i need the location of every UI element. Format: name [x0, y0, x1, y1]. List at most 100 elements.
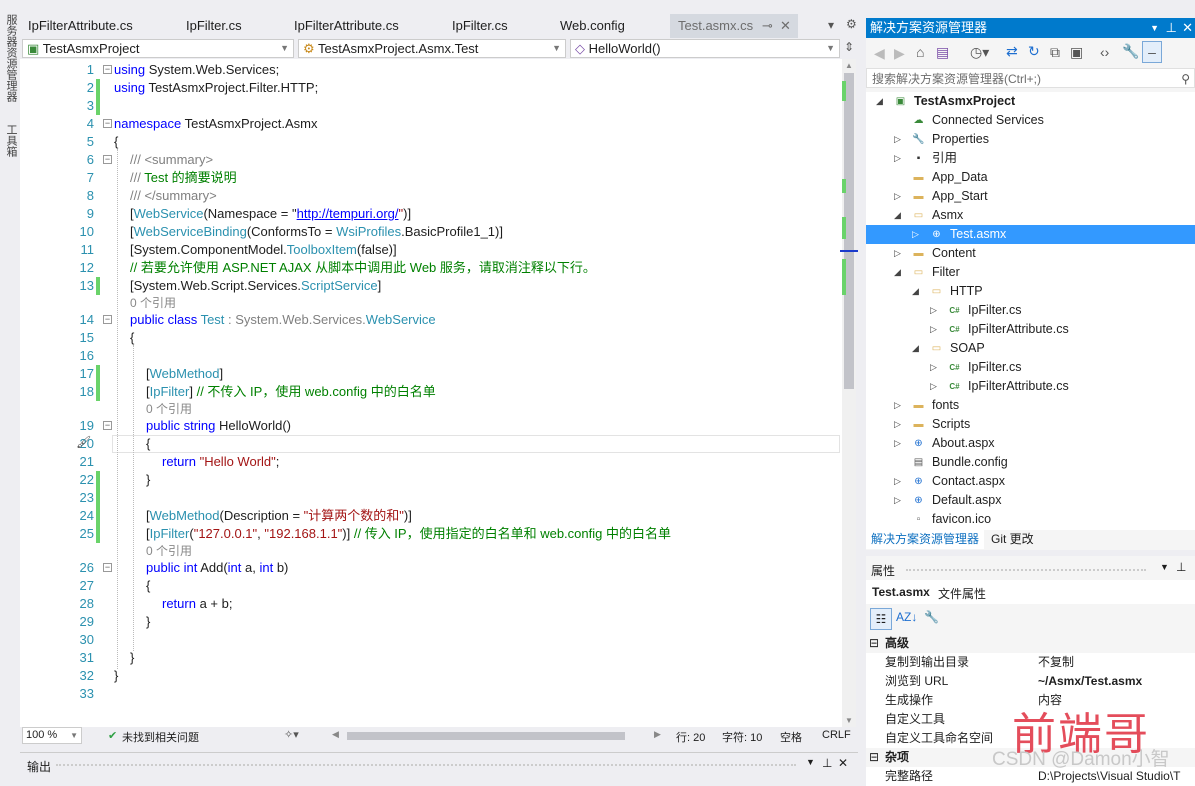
tree-item[interactable]: ◢ ▣ TestAsmxProject	[866, 92, 1195, 111]
collapsed-arrow-icon[interactable]: ▷	[894, 491, 901, 510]
preview-toggle-icon[interactable]: –	[1142, 41, 1162, 63]
collapsed-arrow-icon[interactable]: ▷	[894, 396, 901, 415]
code-line[interactable]: /// <summary>	[130, 151, 213, 169]
code-line[interactable]: [System.Web.Script.Services.ScriptServic…	[130, 277, 381, 295]
code-line[interactable]: public int Add(int a, int b)	[146, 559, 288, 577]
tree-item[interactable]: ▷ C# IpFilterAttribute.cs	[866, 320, 1195, 339]
expanded-arrow-icon[interactable]: ◢	[876, 92, 883, 111]
collapsed-arrow-icon[interactable]: ▷	[894, 434, 901, 453]
collapse-icon[interactable]: −	[103, 155, 112, 164]
properties-wrench-icon[interactable]: 🔧	[1122, 43, 1139, 60]
code-line[interactable]: return a + b;	[162, 595, 232, 613]
tree-item[interactable]: ▷ ▬ Scripts	[866, 415, 1195, 434]
code-line[interactable]: // 若要允许使用 ASP.NET AJAX 从脚本中调用此 Web 服务，请取…	[130, 259, 596, 277]
solution-search-input[interactable]: 搜索解决方案资源管理器(Ctrl+;) ⚲	[866, 68, 1195, 88]
code-editor[interactable]: 1− using System.Web.Services; 2 using TestA…	[20, 59, 842, 727]
code-line[interactable]: public string HelloWorld()	[146, 417, 291, 435]
tree-item[interactable]: ◢ ▭ Asmx	[866, 206, 1195, 225]
code-line[interactable]: [IpFilter] // 不传入 IP，使用 web.config 中的白名单	[146, 383, 436, 401]
code-cleanup-icon[interactable]: ✧▾	[284, 728, 299, 741]
gear-icon[interactable]: ⚙	[846, 17, 857, 31]
code-line[interactable]: [WebServiceBinding(ConformsTo = WsiProfi…	[130, 223, 503, 241]
collapsed-arrow-icon[interactable]: ▷	[894, 415, 901, 434]
collapse-icon[interactable]: −	[103, 65, 112, 74]
codelens-references[interactable]: 0 个引用	[146, 401, 192, 417]
tab-solution-explorer[interactable]: 解决方案资源管理器	[866, 530, 985, 549]
view-code-icon[interactable]: ‹›	[1100, 44, 1109, 60]
expanded-arrow-icon[interactable]: ◢	[912, 282, 919, 301]
split-icon[interactable]: ⇕	[844, 40, 854, 54]
quick-actions-brush-icon[interactable]: 🖌	[76, 435, 91, 449]
show-all-files-icon[interactable]: ▣	[1070, 44, 1083, 61]
collapsed-arrow-icon[interactable]: ▷	[894, 187, 901, 206]
code-line[interactable]: [WebMethod(Description = "计算两个数的和")]	[146, 507, 412, 525]
code-line[interactable]: using TestAsmxProject.Filter.HTTP;	[114, 79, 318, 97]
dropdown-icon[interactable]: ▼	[1150, 18, 1159, 38]
property-category[interactable]: ⊟ 高级	[866, 634, 1195, 653]
collapsed-arrow-icon[interactable]: ▷	[894, 472, 901, 491]
class-dropdown[interactable]: ⚙ TestAsmxProject.Asmx.Test ▼	[298, 39, 566, 58]
tree-item[interactable]: ◢ ▭ HTTP	[866, 282, 1195, 301]
tree-item[interactable]: ☁ Connected Services	[866, 111, 1195, 130]
pin-icon[interactable]: ⊥	[1166, 18, 1177, 38]
collapsed-arrow-icon[interactable]: ▷	[930, 320, 937, 339]
collapsed-arrow-icon[interactable]: ▷	[894, 149, 901, 168]
switch-views-icon[interactable]: ▤	[936, 44, 949, 61]
forward-icon[interactable]: ▶	[894, 45, 905, 62]
horizontal-scrollbar[interactable]	[347, 732, 625, 740]
property-object-selector[interactable]: Test.asmx 文件属性	[866, 580, 1195, 604]
property-value[interactable]: 不复制	[1038, 653, 1074, 672]
categorized-icon[interactable]: ☷	[870, 608, 892, 630]
panel-grip[interactable]	[906, 569, 1146, 571]
expanded-arrow-icon[interactable]: ◢	[894, 263, 901, 282]
tab-test-asmx-cs[interactable]: Test.asmx.cs ⊸ ✕	[670, 14, 798, 38]
collapse-icon[interactable]: ⊟	[869, 748, 879, 767]
code-line[interactable]: }	[130, 649, 134, 667]
code-line[interactable]: [IpFilter("127.0.0.1", "192.168.1.1")] /…	[146, 525, 671, 543]
project-dropdown[interactable]: ▣ TestAsmxProject ▼	[22, 39, 294, 58]
tree-item[interactable]: ▷ ▬ App_Start	[866, 187, 1195, 206]
vertical-scrollbar[interactable]: ▲ ▼	[840, 59, 858, 727]
code-line[interactable]: }	[146, 613, 150, 631]
refresh-icon[interactable]: ↻	[1028, 43, 1040, 60]
collapse-icon[interactable]: ⊟	[869, 634, 879, 653]
collapsed-arrow-icon[interactable]: ▷	[912, 225, 919, 244]
code-line[interactable]: return "Hello World";	[162, 453, 279, 471]
tab-list-icon[interactable]: ▾	[828, 18, 834, 32]
collapse-icon[interactable]: −	[103, 421, 112, 430]
tree-item[interactable]: ▫ favicon.ico	[866, 510, 1195, 529]
dropdown-icon[interactable]: ▼	[1160, 562, 1169, 572]
tree-item[interactable]: ▷ ▬ Content	[866, 244, 1195, 263]
tree-item[interactable]: ▷ ⊕ About.aspx	[866, 434, 1195, 453]
whitespace-indicator[interactable]: 空格	[780, 729, 802, 745]
scroll-right-icon[interactable]: ▶	[654, 729, 661, 740]
code-line[interactable]: }	[146, 471, 150, 489]
scroll-left-icon[interactable]: ◀	[332, 729, 339, 740]
tree-item[interactable]: ▷ C# IpFilter.cs	[866, 301, 1195, 320]
scroll-down-icon[interactable]: ▼	[845, 716, 853, 725]
toolbox-tab[interactable]: 工具箱	[3, 124, 19, 157]
expanded-arrow-icon[interactable]: ◢	[912, 339, 919, 358]
tree-item[interactable]: ▷ 🔧 Properties	[866, 130, 1195, 149]
pending-changes-icon[interactable]: ◷▾	[970, 44, 989, 61]
zoom-dropdown[interactable]: 100 % ▼	[22, 727, 82, 744]
tree-item[interactable]: ◢ ▭ SOAP	[866, 339, 1195, 358]
tab-git-changes[interactable]: Git 更改	[991, 530, 1034, 549]
codelens-references[interactable]: 0 个引用	[146, 543, 192, 559]
tree-item[interactable]: ◢ ▭ Filter	[866, 263, 1195, 282]
code-line[interactable]: {	[146, 435, 150, 453]
code-line[interactable]: [WebService(Namespace = "http://tempuri.…	[130, 205, 411, 223]
code-line[interactable]: }	[114, 667, 118, 685]
line-ending-indicator[interactable]: CRLF	[822, 729, 851, 741]
server-explorer-tab[interactable]: 服务器资源管理器	[3, 14, 19, 102]
collapsed-arrow-icon[interactable]: ▷	[894, 130, 901, 149]
tree-item[interactable]: ▷ ⊕ Default.aspx	[866, 491, 1195, 510]
tab-web-config[interactable]: Web.config	[552, 14, 633, 38]
panel-grip[interactable]	[56, 764, 796, 766]
collapsed-arrow-icon[interactable]: ▷	[930, 358, 937, 377]
codelens-references[interactable]: 0 个引用	[130, 295, 176, 311]
home-icon[interactable]: ⌂	[916, 44, 924, 60]
property-row[interactable]: 浏览到 URL ~/Asmx/Test.asmx	[866, 672, 1195, 691]
code-line[interactable]: {	[146, 577, 150, 595]
collapse-icon[interactable]: −	[103, 563, 112, 572]
